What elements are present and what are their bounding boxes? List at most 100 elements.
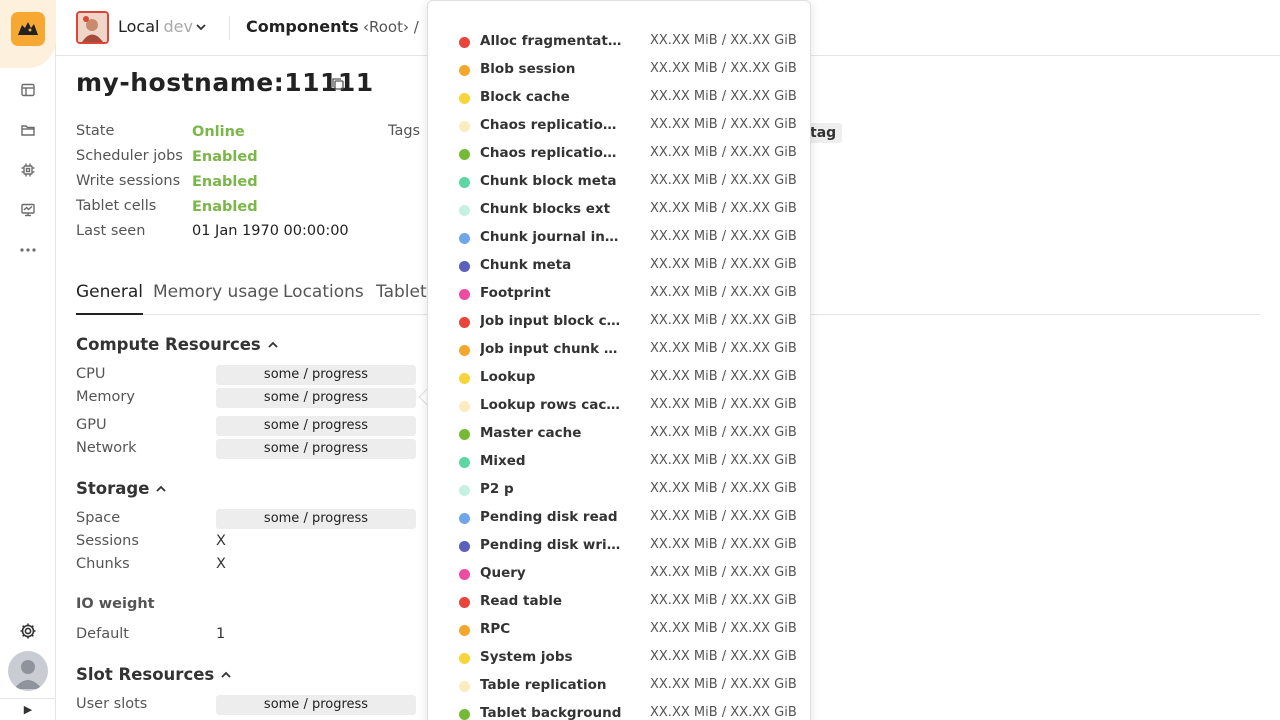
tab-locations[interactable]: Locations	[283, 282, 364, 315]
legend-item: Lookup rows cache XX.XX MiB / XX.XX GiB	[459, 397, 797, 417]
legend-color-dot-icon	[459, 681, 470, 692]
legend-item-name: P2 p	[480, 481, 514, 497]
user-slots-progress: some / progress	[216, 695, 416, 715]
legend-item-value: XX.XX MiB / XX.XX GiB	[650, 117, 797, 132]
chevron-up-icon[interactable]	[155, 480, 167, 499]
legend-item-name: RPC	[480, 621, 511, 637]
page-name: Components	[246, 17, 359, 36]
legend-color-dot-icon	[459, 541, 470, 552]
more-icon[interactable]	[18, 240, 38, 260]
chunks-label: Chunks	[76, 556, 130, 572]
meta-value-scheduler-jobs: Enabled	[192, 149, 258, 165]
legend-item: Chaos replication incoming XX.XX MiB / XX…	[459, 117, 797, 137]
monitor-icon[interactable]	[18, 200, 38, 220]
meta-value-state: Online	[192, 124, 245, 140]
legend-item-name: Chunk block meta	[480, 173, 617, 189]
user-avatar[interactable]	[8, 651, 48, 691]
folder-icon[interactable]	[18, 120, 38, 140]
legend-item-name: Tablet background	[480, 705, 622, 720]
legend-item-value: XX.XX MiB / XX.XX GiB	[650, 565, 797, 580]
legend-item-name: Job input chunk meta	[480, 341, 622, 357]
copy-icon[interactable]	[331, 77, 345, 91]
legend-item-value: XX.XX MiB / XX.XX GiB	[650, 257, 797, 272]
table-icon[interactable]	[18, 80, 38, 100]
legend-item-value: XX.XX MiB / XX.XX GiB	[650, 649, 797, 664]
legend-item-name: Chaos replication outgoing	[480, 145, 622, 161]
legend-item: Chaos replication outgoing XX.XX MiB / XX…	[459, 145, 797, 165]
legend-item-name: Query	[480, 565, 526, 581]
legend-item-value: XX.XX MiB / XX.XX GiB	[650, 593, 797, 608]
tab-memory-usage[interactable]: Memory usage	[153, 282, 279, 315]
legend-item-value: XX.XX MiB / XX.XX GiB	[650, 425, 797, 440]
tab-tablet[interactable]: Tablet	[376, 282, 427, 315]
legend-item-name: Blob session	[480, 61, 576, 77]
legend-item-name: Table replication	[480, 677, 607, 693]
meta-value-last-seen: 01 Jan 1970 00:00:00	[192, 223, 349, 239]
slot-section-header[interactable]: Slot Resources	[76, 665, 232, 685]
legend-color-dot-icon	[459, 485, 470, 496]
legend-item: Pending disk read XX.XX MiB / XX.XX GiB	[459, 509, 797, 529]
legend-color-dot-icon	[459, 373, 470, 384]
settings-gear-icon[interactable]	[18, 621, 38, 641]
cluster-avatar[interactable]	[76, 11, 109, 44]
compute-section-header[interactable]: Compute Resources	[76, 335, 279, 355]
legend-item-value: XX.XX MiB / XX.XX GiB	[650, 341, 797, 356]
legend-color-dot-icon	[459, 625, 470, 636]
legend-item: System jobs XX.XX MiB / XX.XX GiB	[459, 649, 797, 669]
page-title: my-hostname:11111	[76, 68, 374, 97]
meta-label-last-seen: Last seen	[76, 223, 146, 239]
legend-item-value: XX.XX MiB / XX.XX GiB	[650, 33, 797, 48]
legend-item-value: XX.XX MiB / XX.XX GiB	[650, 677, 797, 692]
cpu-label: CPU	[76, 366, 106, 382]
app-logo-icon[interactable]	[11, 12, 45, 46]
left-rail: ▶	[0, 0, 56, 720]
legend-item: Job input block cache XX.XX MiB / XX.XX G…	[459, 313, 797, 333]
tab-general[interactable]: General	[76, 282, 143, 315]
chevron-up-icon[interactable]	[267, 336, 279, 355]
chevron-down-icon[interactable]	[194, 20, 208, 38]
legend-item-name: Read table	[480, 593, 563, 609]
legend-item: Read table XX.XX MiB / XX.XX GiB	[459, 593, 797, 613]
legend-item-name: Lookup rows cache	[480, 397, 622, 413]
legend-item: Blob session XX.XX MiB / XX.XX GiB	[459, 61, 797, 81]
gpu-progress: some / progress	[216, 416, 416, 436]
legend-item: Block cache XX.XX MiB / XX.XX GiB	[459, 89, 797, 109]
legend-item-value: XX.XX MiB / XX.XX GiB	[650, 313, 797, 328]
legend-color-dot-icon	[459, 317, 470, 328]
legend-item-value: XX.XX MiB / XX.XX GiB	[650, 89, 797, 104]
legend-item: Lookup XX.XX MiB / XX.XX GiB	[459, 369, 797, 389]
legend-color-dot-icon	[459, 65, 470, 76]
chip-icon[interactable]	[18, 160, 38, 180]
expand-rail-icon[interactable]: ▶	[0, 698, 56, 720]
legend-color-dot-icon	[459, 233, 470, 244]
legend-color-dot-icon	[459, 37, 470, 48]
legend-item: Table replication XX.XX MiB / XX.XX GiB	[459, 677, 797, 697]
legend-item-name: Chunk meta	[480, 257, 572, 273]
legend-item: Tablet background XX.XX MiB / XX.XX GiB	[459, 705, 797, 720]
legend-item-value: XX.XX MiB / XX.XX GiB	[650, 369, 797, 384]
sessions-value: X	[216, 533, 226, 549]
space-progress: some / progress	[216, 509, 416, 529]
legend-item: Mixed XX.XX MiB / XX.XX GiB	[459, 453, 797, 473]
cluster-env: dev	[163, 17, 193, 36]
network-label: Network	[76, 440, 137, 456]
meta-value-write-sessions: Enabled	[192, 174, 258, 190]
legend-item: Alloc fragmentation XX.XX MiB / XX.XX GiB	[459, 33, 797, 53]
legend-item-name: Pending disk read	[480, 509, 618, 525]
legend-color-dot-icon	[459, 121, 470, 132]
cluster-name: Local	[118, 17, 160, 36]
space-label: Space	[76, 510, 121, 526]
breadcrumb[interactable]: ‹Root› /	[363, 18, 419, 36]
legend-item-value: XX.XX MiB / XX.XX GiB	[650, 705, 797, 720]
network-progress: some / progress	[216, 439, 416, 459]
meta-label-tablet-cells: Tablet cells	[76, 198, 157, 214]
legend-color-dot-icon	[459, 429, 470, 440]
chevron-up-icon[interactable]	[220, 666, 232, 685]
gpu-label: GPU	[76, 417, 107, 433]
cluster-selector[interactable]: Local dev	[118, 17, 193, 36]
legend-color-dot-icon	[459, 709, 470, 720]
storage-section-header[interactable]: Storage	[76, 479, 167, 499]
memory-progress[interactable]: some / progress	[216, 388, 416, 408]
meta-label-state: State	[76, 123, 115, 139]
legend-color-dot-icon	[459, 401, 470, 412]
